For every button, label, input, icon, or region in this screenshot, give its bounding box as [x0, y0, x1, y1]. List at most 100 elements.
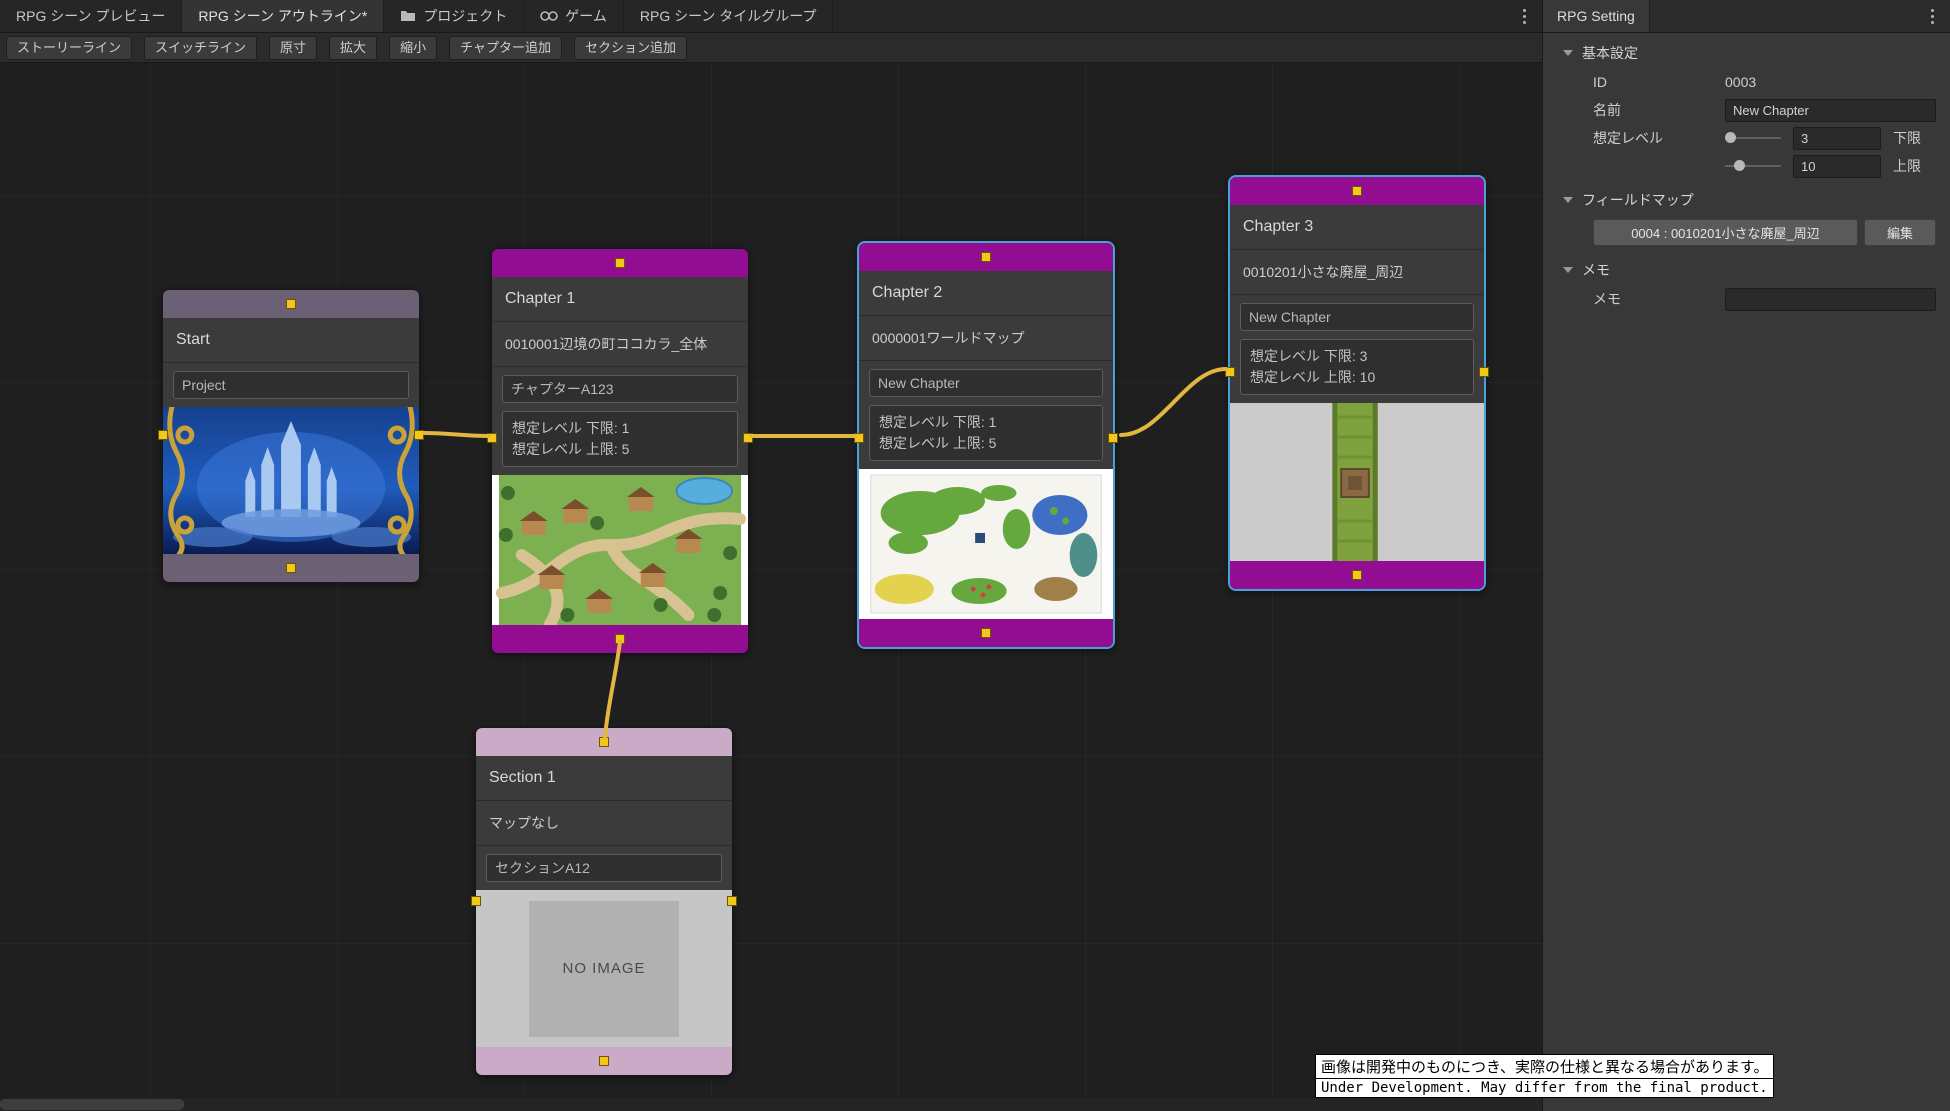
tab-rpg-scene-tilegroup[interactable]: RPG シーン タイルグループ [624, 0, 834, 32]
port-right[interactable] [1479, 367, 1489, 377]
tab-label: RPG シーン アウトライン* [198, 8, 368, 24]
rpg-setting-panel: RPG Setting 基本設定 ID 0003 名前 想定レベル 下限 上限 … [1542, 0, 1950, 1111]
port-top[interactable] [286, 299, 296, 309]
level-max-slider[interactable] [1725, 160, 1781, 171]
port-right[interactable] [414, 430, 424, 440]
port-left[interactable] [471, 896, 481, 906]
node-section-1[interactable]: Section 1 マップなし NO IMAGE [471, 727, 737, 1076]
level-max-row: 上限 [1543, 152, 1950, 180]
port-top[interactable] [615, 258, 625, 268]
node-chapter2-footer [859, 619, 1113, 647]
level-min: 想定レベル 下限: 1 [512, 420, 630, 436]
tab-rpg-scene-outline[interactable]: RPG シーン アウトライン* [182, 0, 385, 32]
port-left[interactable] [1225, 367, 1235, 377]
field-map-row: 0004 : 0010201小さな廃屋_周辺 編集 [1543, 215, 1950, 250]
node-graph-canvas[interactable]: Start Project Chapter 1 0010001辺境の町ココカラ_… [0, 63, 1542, 1111]
tab-label: RPG シーン タイルグループ [639, 8, 817, 24]
port-right[interactable] [743, 433, 753, 443]
node-chapter-3[interactable]: Chapter 3 0010201小さな廃屋_周辺 想定レベル 下限: 3 想定… [1225, 175, 1489, 591]
node-title: Chapter 3 [1230, 205, 1484, 250]
horizontal-scrollbar-thumb[interactable] [0, 1099, 184, 1110]
port-left[interactable] [854, 433, 864, 443]
notice-line-en: Under Development. May differ from the f… [1315, 1078, 1774, 1098]
level-label: 想定レベル [1593, 130, 1663, 146]
inspector-menu-icon[interactable] [1920, 4, 1944, 28]
tab-label: RPG シーン プレビュー [16, 8, 166, 24]
foldout-field-map[interactable]: フィールドマップ [1543, 180, 1950, 215]
level-max-input[interactable] [1793, 154, 1881, 178]
section1-thumbnail-no-image: NO IMAGE [476, 890, 732, 1047]
level-max: 想定レベル 上限: 5 [879, 435, 997, 451]
zoom-out-button[interactable]: 縮小 [389, 35, 438, 60]
node-start-footer [163, 554, 419, 582]
port-bottom[interactable] [1352, 570, 1362, 580]
tab-project[interactable]: プロジェクト [384, 0, 525, 32]
chapter1-name-input[interactable] [502, 375, 738, 403]
horizontal-scrollbar[interactable] [0, 1098, 1542, 1111]
level-min-row: 想定レベル 下限 [1543, 124, 1950, 152]
node-chapter-1[interactable]: Chapter 1 0010001辺境の町ココカラ_全体 想定レベル 下限: 1… [487, 248, 753, 654]
port-right[interactable] [1108, 433, 1118, 443]
tab-rpg-setting[interactable]: RPG Setting [1543, 0, 1650, 32]
wire-start-to-chapter1 [422, 431, 491, 438]
level-max: 想定レベル 上限: 10 [1250, 369, 1376, 385]
node-chapter1-header [492, 249, 748, 277]
name-label: 名前 [1593, 102, 1621, 118]
level-min-slider[interactable] [1725, 132, 1781, 143]
port-left[interactable] [158, 430, 168, 440]
tab-label: RPG Setting [1557, 8, 1635, 24]
port-bottom[interactable] [286, 563, 296, 573]
level-min: 想定レベル 下限: 3 [1250, 348, 1368, 364]
port-top[interactable] [599, 737, 609, 747]
tab-label: プロジェクト [423, 8, 508, 24]
tab-game[interactable]: ゲーム [524, 0, 624, 32]
outline-toolbar: ストーリーライン スイッチライン 原寸 拡大 縮小 チャプター追加 セクション追… [0, 33, 1542, 63]
port-right[interactable] [727, 896, 737, 906]
add-chapter-button[interactable]: チャプター追加 [449, 35, 562, 60]
node-chapter1-footer [492, 625, 748, 653]
level-max: 想定レベル 上限: 5 [512, 441, 630, 457]
tab-rpg-scene-preview[interactable]: RPG シーン プレビュー [0, 0, 183, 32]
field-map-select-button[interactable]: 0004 : 0010201小さな廃屋_周辺 [1593, 219, 1858, 246]
memo-input[interactable] [1725, 287, 1936, 311]
node-section1-footer [476, 1047, 732, 1075]
zoom-in-button[interactable]: 拡大 [329, 35, 378, 60]
node-map-name: 0010201小さな廃屋_周辺 [1230, 250, 1484, 295]
port-bottom[interactable] [599, 1056, 609, 1066]
level-min: 想定レベル 下限: 1 [879, 414, 997, 430]
no-image-placeholder: NO IMAGE [529, 900, 679, 1037]
folder-icon [400, 10, 416, 22]
port-top[interactable] [1352, 186, 1362, 196]
name-input[interactable] [1725, 98, 1936, 122]
name-row: 名前 [1543, 96, 1950, 124]
chapter3-name-input[interactable] [1240, 303, 1474, 331]
level-min-input[interactable] [1793, 126, 1881, 150]
chapter2-name-input[interactable] [869, 369, 1103, 397]
chapter1-thumbnail-town-map [492, 475, 748, 625]
foldout-triangle-icon [1563, 50, 1573, 56]
port-left[interactable] [487, 433, 497, 443]
node-chapter3-footer [1230, 561, 1484, 589]
tabbar-menu-icon[interactable] [1512, 4, 1536, 28]
node-chapter-2[interactable]: Chapter 2 0000001ワールドマップ 想定レベル 下限: 1 想定レ… [854, 241, 1118, 649]
actual-size-button[interactable]: 原寸 [269, 35, 318, 60]
notice-line-ja: 画像は開発中のものにつき、実際の仕様と異なる場合があります。 [1315, 1054, 1775, 1079]
node-start-header [163, 290, 419, 318]
start-name-input[interactable] [173, 371, 409, 399]
port-top[interactable] [981, 252, 991, 262]
field-map-edit-button[interactable]: 編集 [1864, 219, 1936, 246]
port-bottom[interactable] [981, 628, 991, 638]
foldout-basic-settings[interactable]: 基本設定 [1543, 33, 1950, 68]
storyline-button[interactable]: ストーリーライン [6, 35, 133, 60]
level-min-suffix: 下限 [1893, 130, 1921, 146]
node-map-name: 0000001ワールドマップ [859, 316, 1113, 361]
section1-name-input[interactable] [486, 854, 722, 882]
node-title: Chapter 1 [492, 277, 748, 322]
chapter3-level-info: 想定レベル 下限: 3 想定レベル 上限: 10 [1240, 339, 1474, 395]
foldout-memo[interactable]: メモ [1543, 250, 1950, 285]
add-section-button[interactable]: セクション追加 [573, 35, 687, 60]
node-section1-header [476, 728, 732, 756]
node-start[interactable]: Start [158, 289, 424, 583]
port-bottom[interactable] [615, 634, 625, 644]
switchline-button[interactable]: スイッチライン [144, 35, 258, 60]
